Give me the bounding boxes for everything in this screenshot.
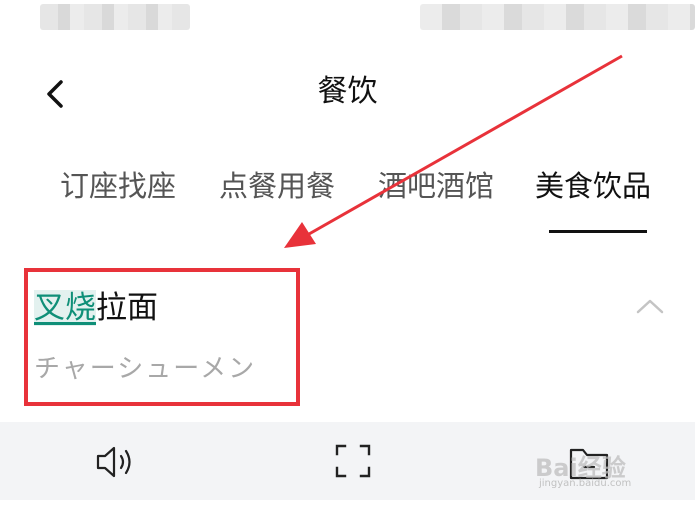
tab-reservation[interactable]: 订座找座: [60, 166, 176, 206]
tab-food-drinks[interactable]: 美食饮品: [535, 166, 651, 206]
category-tabs: 订座找座 点餐用餐 酒吧酒馆 美食饮品: [0, 166, 695, 206]
tab-bar[interactable]: 酒吧酒馆: [378, 166, 494, 206]
chevron-up-icon: [636, 299, 664, 314]
speaker-button[interactable]: [94, 440, 142, 484]
annotation-box: [24, 268, 300, 406]
watermark: Bai经验 jingyan.baidu.com: [535, 448, 685, 496]
watermark-url: jingyan.baidu.com: [539, 478, 632, 489]
collapse-button[interactable]: [632, 294, 668, 318]
status-bar: [0, 0, 695, 40]
expand-icon: [335, 444, 371, 478]
tab-ordering[interactable]: 点餐用餐: [219, 166, 335, 206]
status-bar-left-blurred: [40, 4, 190, 30]
expand-button[interactable]: [331, 440, 379, 484]
page-title: 餐饮: [317, 74, 378, 109]
speaker-icon: [96, 446, 131, 478]
status-bar-right-blurred: [420, 4, 695, 30]
active-tab-indicator: [549, 230, 647, 233]
